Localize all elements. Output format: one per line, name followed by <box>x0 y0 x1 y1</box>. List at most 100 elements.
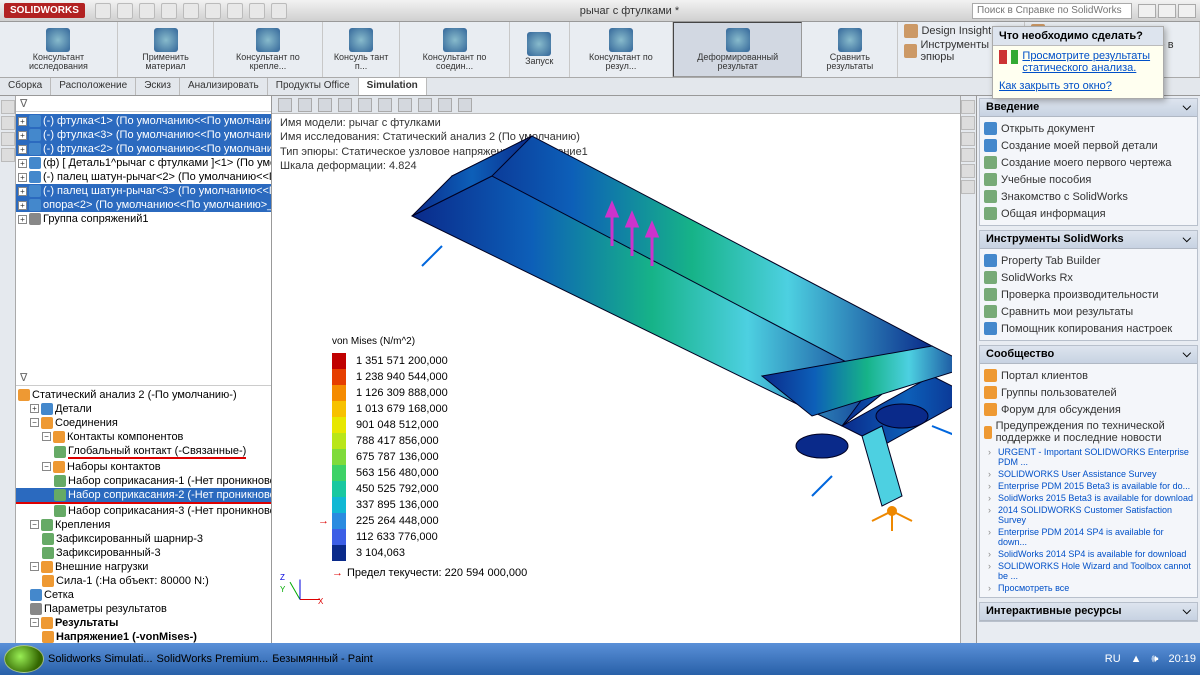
tree-loads[interactable]: −Внешние нагрузки <box>16 560 271 574</box>
qat-save-icon[interactable] <box>139 3 155 19</box>
tab-office[interactable]: Продукты Office <box>268 78 359 95</box>
tree-result-options[interactable]: Параметры результатов <box>16 602 271 616</box>
tree-filter[interactable]: ∇ <box>16 370 271 386</box>
tree-global-contact[interactable]: Глобальный контакт (-Связанные-) <box>16 444 271 460</box>
taskpane-item[interactable]: Открыть документ <box>984 120 1193 137</box>
qat-rebuild-icon[interactable] <box>249 3 265 19</box>
tooltip-close-link[interactable]: Как закрыть это окно? <box>999 80 1112 92</box>
taskpane-item[interactable]: Создание моей первой детали <box>984 137 1193 154</box>
results-advisor-button[interactable]: Консультант по резул... <box>570 22 673 77</box>
tree-mesh[interactable]: Сетка <box>16 588 271 602</box>
taskpane-tab-icon[interactable] <box>961 180 975 194</box>
tree-item[interactable]: +(-) палец шатун-рычаг<2> (По умолчанию<… <box>16 170 271 184</box>
tree-contact-set-selected[interactable]: Набор соприкасания-2 (-Нет проникновения… <box>16 488 271 502</box>
tooltip-link[interactable]: Просмотрите результаты статического анал… <box>1022 50 1157 74</box>
taskpane-item[interactable]: SolidWorks Rx <box>984 269 1193 286</box>
news-link[interactable]: Enterprise PDM 2014 SP4 is available for… <box>984 526 1193 548</box>
taskpane-tab-icon[interactable] <box>961 164 975 178</box>
graphics-viewport[interactable]: Имя модели: рычаг с фтулкамиИмя исследов… <box>272 96 960 643</box>
tree-contact-set[interactable]: Набор соприкасания-3 (-Нет проникновения… <box>16 502 271 518</box>
taskpane-item[interactable]: Помощник копирования настроек <box>984 320 1193 337</box>
qat-select-icon[interactable] <box>227 3 243 19</box>
tree-stress-plot[interactable]: Напряжение1 (-vonMises-) <box>16 630 271 644</box>
taskpane-tab-icon[interactable] <box>961 100 975 114</box>
compare-results-button[interactable]: Сравнить результаты <box>802 22 898 77</box>
taskpane-item[interactable]: Property Tab Builder <box>984 252 1193 269</box>
taskpane-item[interactable]: Проверка производительности <box>984 286 1193 303</box>
tree-fixture[interactable]: Зафиксированный шарнир-3 <box>16 532 271 546</box>
tree-item[interactable]: +(ф) [ Деталь1^рычаг с фтулками ]<1> (По… <box>16 156 271 170</box>
qat-print-icon[interactable] <box>161 3 177 19</box>
taskpane-tab-icon[interactable] <box>961 148 975 162</box>
taskpane-item[interactable]: Сравнить мои результаты <box>984 303 1193 320</box>
strip-icon[interactable] <box>1 100 15 114</box>
tree-item[interactable]: +Группа сопряжений1 <box>16 212 271 226</box>
taskpane-item[interactable]: Общая информация <box>984 205 1193 222</box>
loads-advisor-button[interactable]: Консуль тант п... <box>323 22 401 77</box>
taskbar-item[interactable]: Безымянный - Paint <box>272 653 373 665</box>
tree-item[interactable]: +(-) фтулка<3> (По умолчанию<<По умолчан… <box>16 128 271 142</box>
tree-parts[interactable]: +Детали <box>16 402 271 416</box>
news-link[interactable]: SOLIDWORKS User Assistance Survey <box>984 468 1193 480</box>
taskpane-item[interactable]: Знакомство с SolidWorks <box>984 188 1193 205</box>
deformed-result-button[interactable]: Деформированный результат <box>673 22 802 77</box>
close-button[interactable] <box>1178 4 1196 18</box>
tree-fixtures[interactable]: −Крепления <box>16 518 271 532</box>
study-advisor-button[interactable]: Консультант исследования <box>0 22 118 77</box>
tab-simulation[interactable]: Simulation <box>359 78 427 95</box>
tray-icon[interactable]: ▲ <box>1131 653 1142 665</box>
tree-item[interactable]: +опора<2> (По умолчанию<<По умолчанию>_С… <box>16 198 271 212</box>
tab-evaluate[interactable]: Анализировать <box>180 78 268 95</box>
taskpane-item[interactable]: Портал клиентов <box>984 367 1193 384</box>
news-link[interactable]: SOLIDWORKS Hole Wizard and Toolbox canno… <box>984 560 1193 582</box>
panel-header[interactable]: Введение⌵ <box>980 99 1197 117</box>
tree-fixture[interactable]: Зафиксированный-3 <box>16 546 271 560</box>
qat-open-icon[interactable] <box>117 3 133 19</box>
tree-item[interactable]: +(-) фтулка<1> (По умолчанию<<По умолчан… <box>16 114 271 128</box>
start-button[interactable] <box>4 645 44 673</box>
strip-icon[interactable] <box>1 132 15 146</box>
taskpane-item[interactable]: Учебные пособия <box>984 171 1193 188</box>
strip-icon[interactable] <box>1 148 15 162</box>
tray-lang[interactable]: RU <box>1105 653 1121 665</box>
qat-redo-icon[interactable] <box>205 3 221 19</box>
tree-item[interactable]: +(-) палец шатун-рычаг<3> (По умолчанию<… <box>16 184 271 198</box>
qat-new-icon[interactable] <box>95 3 111 19</box>
tree-contact-sets[interactable]: −Наборы контактов <box>16 460 271 474</box>
taskbar-item[interactable]: SolidWorks Premium... <box>157 653 269 665</box>
news-link[interactable]: 2014 SOLIDWORKS Customer Satisfaction Su… <box>984 504 1193 526</box>
tab-sketch[interactable]: Эскиз <box>136 78 180 95</box>
taskpane-tab-icon[interactable] <box>961 116 975 130</box>
tree-force[interactable]: Сила-1 (:На объект: 80000 N:) <box>16 574 271 588</box>
qat-undo-icon[interactable] <box>183 3 199 19</box>
news-link[interactable]: URGENT - Important SOLIDWORKS Enterprise… <box>984 446 1193 468</box>
taskpane-item[interactable]: Создание моего первого чертежа <box>984 154 1193 171</box>
news-more[interactable]: Просмотреть все <box>984 582 1193 594</box>
news-link[interactable]: SolidWorks 2015 Beta3 is available for d… <box>984 492 1193 504</box>
minimize-button[interactable] <box>1138 4 1156 18</box>
taskpane-item[interactable]: Форум для обсуждения <box>984 401 1193 418</box>
tab-layout[interactable]: Расположение <box>51 78 136 95</box>
taskpane-item[interactable]: Предупреждения по технической поддержке … <box>984 418 1193 446</box>
taskpane-tab-icon[interactable] <box>961 132 975 146</box>
maximize-button[interactable] <box>1158 4 1176 18</box>
fixtures-advisor-button[interactable]: Консультант по крепле... <box>214 22 323 77</box>
help-search-input[interactable] <box>972 3 1132 19</box>
panel-header[interactable]: Сообщество⌵ <box>980 346 1197 364</box>
run-button[interactable]: Запуск <box>510 22 570 77</box>
qat-options-icon[interactable] <box>271 3 287 19</box>
tray-icon[interactable]: 🕪 <box>1152 653 1159 666</box>
tree-contact-set[interactable]: Набор соприкасания-1 (-Нет проникновения… <box>16 474 271 488</box>
tree-connections[interactable]: −Соединения <box>16 416 271 430</box>
news-link[interactable]: SolidWorks 2014 SP4 is available for dow… <box>984 548 1193 560</box>
taskbar-item[interactable]: Solidworks Simulati... <box>48 653 153 665</box>
study-root[interactable]: Статический анализ 2 (-По умолчанию-) <box>16 388 271 402</box>
taskpane-item[interactable]: Группы пользователей <box>984 384 1193 401</box>
tab-assembly[interactable]: Сборка <box>0 78 51 95</box>
panel-header[interactable]: Интерактивные ресурсы⌵ <box>980 603 1197 621</box>
panel-header[interactable]: Инструменты SolidWorks⌵ <box>980 231 1197 249</box>
tree-component-contacts[interactable]: −Контакты компонентов <box>16 430 271 444</box>
news-link[interactable]: Enterprise PDM 2015 Beta3 is available f… <box>984 480 1193 492</box>
apply-material-button[interactable]: Применить материал <box>118 22 214 77</box>
tray-clock[interactable]: 20:19 <box>1168 653 1196 665</box>
